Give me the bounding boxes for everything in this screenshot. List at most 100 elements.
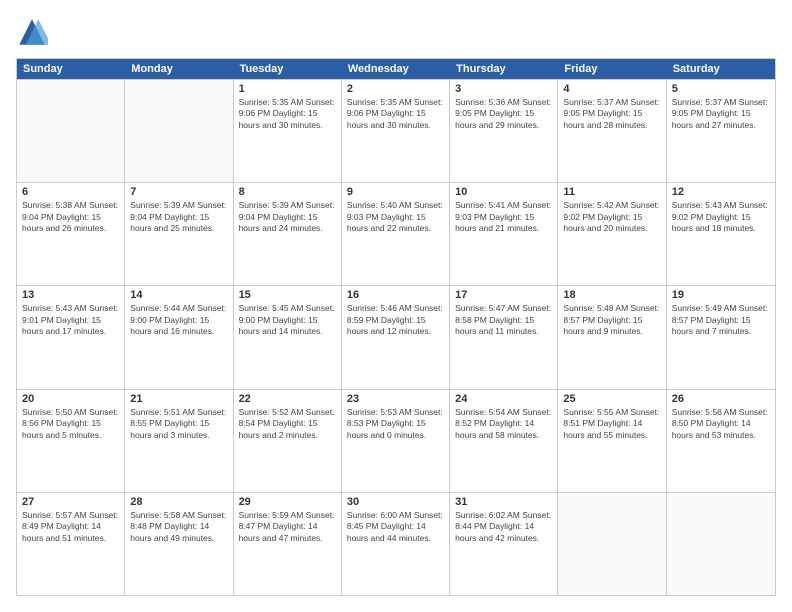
day-info: Sunrise: 5:54 AM Sunset: 8:52 PM Dayligh… [455,407,552,441]
day-number: 22 [239,393,336,405]
calendar-week-4: 20 Sunrise: 5:50 AM Sunset: 8:56 PM Dayli… [17,389,775,492]
day-number: 29 [239,496,336,508]
weekday-header-sunday: Sunday [17,59,125,79]
calendar-day-10: 10 Sunrise: 5:41 AM Sunset: 9:03 PM Dayli… [450,183,558,285]
calendar-day-5: 5Sunrise: 5:37 AM Sunset: 9:05 PM Daylig… [667,80,775,182]
calendar-day-17: 17 Sunrise: 5:47 AM Sunset: 8:58 PM Dayli… [450,286,558,388]
day-number: 14 [130,289,227,301]
day-info: Sunrise: 5:35 AM Sunset: 9:06 PM Dayligh… [347,97,444,131]
day-info: Sunrise: 5:43 AM Sunset: 9:02 PM Dayligh… [672,200,770,234]
day-info: Sunrise: 5:56 AM Sunset: 8:50 PM Dayligh… [672,407,770,441]
calendar-day-empty [558,493,666,595]
day-number: 25 [563,393,660,405]
calendar-day-6: 6 Sunrise: 5:38 AM Sunset: 9:04 PM Daylig… [17,183,125,285]
day-info: Sunrise: 5:43 AM Sunset: 9:01 PM Dayligh… [22,303,119,337]
calendar-day-26: 26 Sunrise: 5:56 AM Sunset: 8:50 PM Dayli… [667,390,775,492]
day-number: 21 [130,393,227,405]
calendar-day-13: 13 Sunrise: 5:43 AM Sunset: 9:01 PM Dayli… [17,286,125,388]
day-info: Sunrise: 5:48 AM Sunset: 8:57 PM Dayligh… [563,303,660,337]
calendar-day-15: 15 Sunrise: 5:45 AM Sunset: 9:00 PM Dayli… [234,286,342,388]
day-number: 20 [22,393,119,405]
day-number: 7 [130,186,227,198]
day-number: 28 [130,496,227,508]
calendar-week-3: 13 Sunrise: 5:43 AM Sunset: 9:01 PM Dayli… [17,285,775,388]
calendar-day-20: 20 Sunrise: 5:50 AM Sunset: 8:56 PM Dayli… [17,390,125,492]
calendar-day-4: 4 Sunrise: 5:37 AM Sunset: 9:05 PM Daylig… [558,80,666,182]
day-number: 27 [22,496,119,508]
day-info: Sunrise: 5:47 AM Sunset: 8:58 PM Dayligh… [455,303,552,337]
logo [16,16,52,48]
day-info: Sunrise: 5:50 AM Sunset: 8:56 PM Dayligh… [22,407,119,441]
day-info: Sunrise: 5:40 AM Sunset: 9:03 PM Dayligh… [347,200,444,234]
day-info: Sunrise: 6:02 AM Sunset: 8:44 PM Dayligh… [455,510,552,544]
day-number: 10 [455,186,552,198]
day-info: Sunrise: 5:55 AM Sunset: 8:51 PM Dayligh… [563,407,660,441]
day-number: 16 [347,289,444,301]
calendar-day-9: 9 Sunrise: 5:40 AM Sunset: 9:03 PM Daylig… [342,183,450,285]
day-info: Sunrise: 5:53 AM Sunset: 8:53 PM Dayligh… [347,407,444,441]
calendar-body: 1 Sunrise: 5:35 AM Sunset: 9:06 PM Daylig… [17,79,775,595]
day-info: Sunrise: 5:51 AM Sunset: 8:55 PM Dayligh… [130,407,227,441]
calendar-day-28: 28Sunrise: 5:58 AM Sunset: 8:48 PM Dayli… [125,493,233,595]
day-info: Sunrise: 5:35 AM Sunset: 9:06 PM Dayligh… [239,97,336,131]
calendar-day-2: 2 Sunrise: 5:35 AM Sunset: 9:06 PM Daylig… [342,80,450,182]
calendar-day-31: 31Sunrise: 6:02 AM Sunset: 8:44 PM Dayli… [450,493,558,595]
calendar-day-24: 24Sunrise: 5:54 AM Sunset: 8:52 PM Dayli… [450,390,558,492]
day-info: Sunrise: 5:45 AM Sunset: 9:00 PM Dayligh… [239,303,336,337]
logo-icon [16,16,48,48]
weekday-header-monday: Monday [125,59,233,79]
day-number: 2 [347,83,444,95]
calendar-day-3: 3Sunrise: 5:36 AM Sunset: 9:05 PM Daylig… [450,80,558,182]
day-number: 23 [347,393,444,405]
day-info: Sunrise: 5:38 AM Sunset: 9:04 PM Dayligh… [22,200,119,234]
calendar: SundayMondayTuesdayWednesdayThursdayFrid… [16,58,776,596]
calendar-day-1: 1 Sunrise: 5:35 AM Sunset: 9:06 PM Daylig… [234,80,342,182]
calendar-day-empty [667,493,775,595]
day-number: 19 [672,289,770,301]
day-info: Sunrise: 5:37 AM Sunset: 9:05 PM Dayligh… [563,97,660,131]
day-info: Sunrise: 5:44 AM Sunset: 9:00 PM Dayligh… [130,303,227,337]
calendar-day-11: 11 Sunrise: 5:42 AM Sunset: 9:02 PM Dayli… [558,183,666,285]
calendar-day-19: 19 Sunrise: 5:49 AM Sunset: 8:57 PM Dayli… [667,286,775,388]
day-number: 26 [672,393,770,405]
day-number: 1 [239,83,336,95]
day-info: Sunrise: 5:39 AM Sunset: 9:04 PM Dayligh… [239,200,336,234]
calendar-day-21: 21 Sunrise: 5:51 AM Sunset: 8:55 PM Dayli… [125,390,233,492]
day-number: 18 [563,289,660,301]
day-number: 13 [22,289,119,301]
day-number: 3 [455,83,552,95]
day-info: Sunrise: 5:42 AM Sunset: 9:02 PM Dayligh… [563,200,660,234]
day-number: 4 [563,83,660,95]
calendar-day-30: 30Sunrise: 6:00 AM Sunset: 8:45 PM Dayli… [342,493,450,595]
weekday-header-thursday: Thursday [450,59,558,79]
day-number: 12 [672,186,770,198]
calendar-day-12: 12 Sunrise: 5:43 AM Sunset: 9:02 PM Dayli… [667,183,775,285]
day-number: 8 [239,186,336,198]
day-info: Sunrise: 5:46 AM Sunset: 8:59 PM Dayligh… [347,303,444,337]
calendar-week-1: 1 Sunrise: 5:35 AM Sunset: 9:06 PM Daylig… [17,79,775,182]
calendar-day-14: 14 Sunrise: 5:44 AM Sunset: 9:00 PM Dayli… [125,286,233,388]
day-number: 17 [455,289,552,301]
calendar-day-18: 18 Sunrise: 5:48 AM Sunset: 8:57 PM Dayli… [558,286,666,388]
weekday-header-friday: Friday [558,59,666,79]
day-number: 6 [22,186,119,198]
day-info: Sunrise: 5:49 AM Sunset: 8:57 PM Dayligh… [672,303,770,337]
calendar-day-7: 7Sunrise: 5:39 AM Sunset: 9:04 PM Daylig… [125,183,233,285]
weekday-header-wednesday: Wednesday [342,59,450,79]
calendar-day-23: 23 Sunrise: 5:53 AM Sunset: 8:53 PM Dayli… [342,390,450,492]
day-number: 15 [239,289,336,301]
day-number: 9 [347,186,444,198]
day-info: Sunrise: 6:00 AM Sunset: 8:45 PM Dayligh… [347,510,444,544]
page: SundayMondayTuesdayWednesdayThursdayFrid… [0,0,792,612]
calendar-header: SundayMondayTuesdayWednesdayThursdayFrid… [17,59,775,79]
day-number: 11 [563,186,660,198]
calendar-day-29: 29Sunrise: 5:59 AM Sunset: 8:47 PM Dayli… [234,493,342,595]
day-info: Sunrise: 5:41 AM Sunset: 9:03 PM Dayligh… [455,200,552,234]
calendar-day-25: 25 Sunrise: 5:55 AM Sunset: 8:51 PM Dayli… [558,390,666,492]
header [16,16,776,48]
calendar-day-empty [125,80,233,182]
day-info: Sunrise: 5:37 AM Sunset: 9:05 PM Dayligh… [672,97,770,131]
day-info: Sunrise: 5:57 AM Sunset: 8:49 PM Dayligh… [22,510,119,544]
day-info: Sunrise: 5:52 AM Sunset: 8:54 PM Dayligh… [239,407,336,441]
calendar-day-16: 16 Sunrise: 5:46 AM Sunset: 8:59 PM Dayli… [342,286,450,388]
